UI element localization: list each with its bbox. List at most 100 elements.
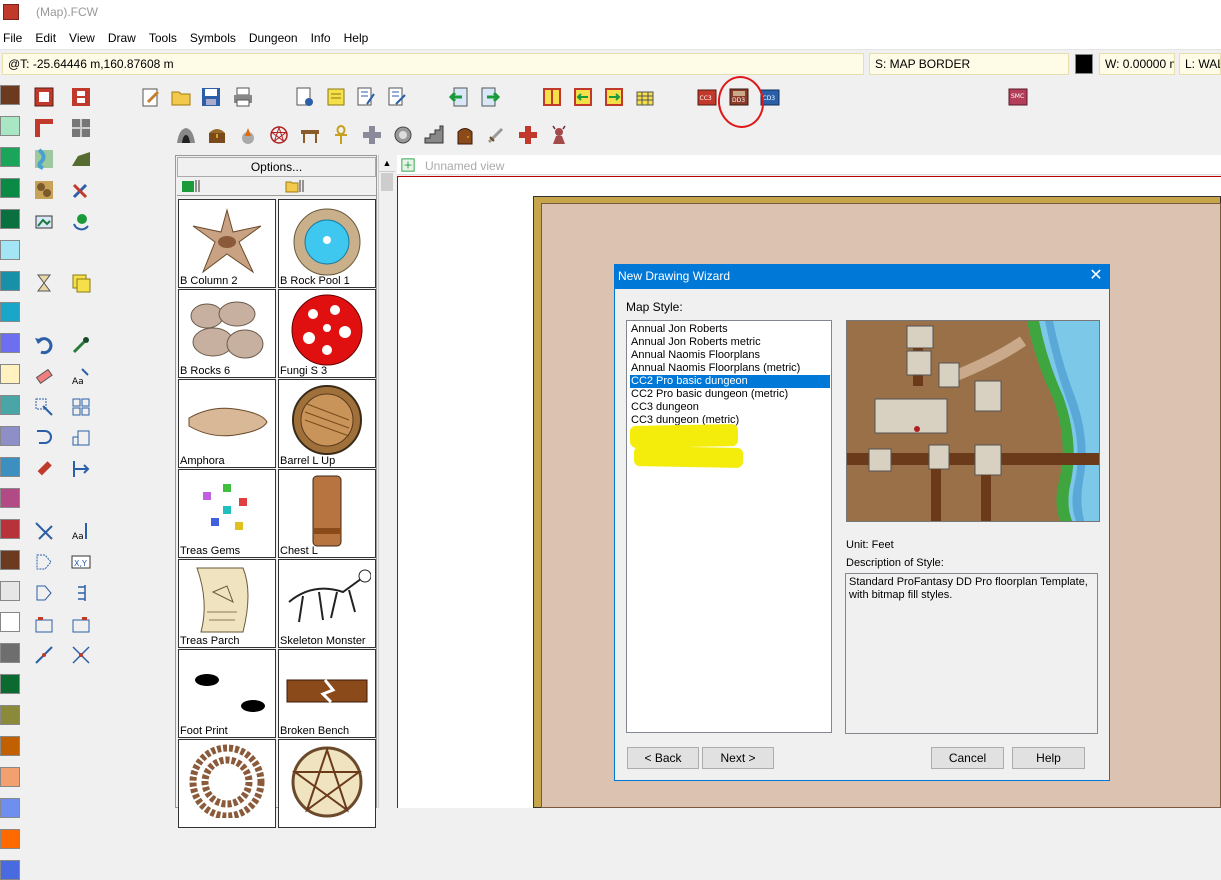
symbol-cell[interactable] xyxy=(278,739,376,828)
wall-frame-icon[interactable] xyxy=(68,84,94,110)
close-icon[interactable]: ✕ xyxy=(1084,265,1108,289)
palette-color-swatch[interactable] xyxy=(0,674,20,694)
pentagram-icon[interactable] xyxy=(266,122,292,148)
menu-file[interactable]: File xyxy=(3,31,29,45)
cc3-icon[interactable]: CC3 xyxy=(694,84,720,110)
cross-icon[interactable] xyxy=(359,122,385,148)
palette-color-swatch[interactable] xyxy=(0,519,20,539)
symbol-cell[interactable]: B Column 2 xyxy=(178,199,276,288)
symbol-cell[interactable]: Chest L xyxy=(278,469,376,558)
palette-color-swatch[interactable] xyxy=(0,178,20,198)
palette-color-swatch[interactable] xyxy=(0,209,20,229)
map-style-option[interactable]: CC3 dungeon xyxy=(630,401,830,414)
eraser-icon[interactable] xyxy=(31,363,57,389)
intersect-icon[interactable] xyxy=(68,642,94,668)
red-cross-icon[interactable] xyxy=(515,122,541,148)
palette-color-swatch[interactable] xyxy=(0,426,20,446)
new-catalog-icon[interactable] xyxy=(180,177,204,195)
palette-color-swatch[interactable] xyxy=(0,395,20,415)
terrain-icon[interactable] xyxy=(68,146,94,172)
diagonal-line-icon[interactable] xyxy=(31,642,57,668)
symbol-cell[interactable]: B Rock Pool 1 xyxy=(278,199,376,288)
smc-icon[interactable]: SMC xyxy=(1005,84,1031,110)
text-fill-icon[interactable]: Aa xyxy=(68,363,94,389)
palette-color-swatch[interactable] xyxy=(0,581,20,601)
helm-icon[interactable] xyxy=(390,122,416,148)
symbol-cell[interactable]: Barrel L Up xyxy=(278,379,376,468)
edit-icon[interactable] xyxy=(138,84,164,110)
next-button[interactable]: Next > xyxy=(702,747,774,769)
hourglass-icon[interactable] xyxy=(31,270,57,296)
settings-doc-icon[interactable] xyxy=(292,84,318,110)
help-button[interactable]: Help xyxy=(1012,747,1085,769)
palette-color-swatch[interactable] xyxy=(0,736,20,756)
export-icon[interactable] xyxy=(477,84,503,110)
arrow-shape-alt-icon[interactable] xyxy=(31,580,57,606)
map-style-option[interactable]: CC2 Pro basic dungeon xyxy=(630,375,830,388)
rotate-icon[interactable] xyxy=(31,425,57,451)
palette-color-swatch[interactable] xyxy=(0,860,20,880)
ankh-icon[interactable] xyxy=(328,122,354,148)
menu-edit[interactable]: Edit xyxy=(35,31,63,45)
palette-color-swatch[interactable] xyxy=(0,643,20,663)
menu-draw[interactable]: Draw xyxy=(108,31,143,45)
bracket-icon[interactable] xyxy=(68,580,94,606)
table-icon[interactable] xyxy=(297,122,323,148)
map-style-list[interactable]: Annual Jon Roberts Annual Jon Roberts met… xyxy=(626,320,832,733)
chest-icon[interactable] xyxy=(204,122,230,148)
catalog-prev-icon[interactable] xyxy=(570,84,596,110)
palette-color-swatch[interactable] xyxy=(0,488,20,508)
cave-map-icon[interactable] xyxy=(31,177,57,203)
back-button[interactable]: < Back xyxy=(627,747,699,769)
map-style-option[interactable]: Annual Naomis Floorplans xyxy=(630,349,830,362)
palette-color-swatch[interactable] xyxy=(0,457,20,477)
symbol-cell[interactable]: Skeleton Monster xyxy=(278,559,376,648)
grid-select-icon[interactable] xyxy=(68,394,94,420)
sheet-selector[interactable]: S: MAP BORDER xyxy=(869,53,1069,75)
symbol-cell[interactable]: Fungi S 3 xyxy=(278,289,376,378)
xy-coord-icon[interactable]: X,Y xyxy=(68,549,94,575)
palette-color-swatch[interactable] xyxy=(0,767,20,787)
catalog-grid-icon[interactable] xyxy=(632,84,658,110)
tools-icon[interactable] xyxy=(68,177,94,203)
save-icon[interactable] xyxy=(198,84,224,110)
menu-symbols[interactable]: Symbols xyxy=(190,31,243,45)
menu-help[interactable]: Help xyxy=(344,31,376,45)
symbol-cell[interactable]: Treas Gems xyxy=(178,469,276,558)
palette-color-swatch[interactable] xyxy=(0,147,20,167)
scale-icon[interactable] xyxy=(68,425,94,451)
measure-icon[interactable] xyxy=(68,456,94,482)
palette-color-swatch[interactable] xyxy=(0,271,20,291)
palette-color-swatch[interactable] xyxy=(0,116,20,136)
menu-info[interactable]: Info xyxy=(311,31,338,45)
map-style-option[interactable]: Annual Jon Roberts metric xyxy=(630,336,830,349)
select-arrow-icon[interactable] xyxy=(31,394,57,420)
open-folder-icon[interactable] xyxy=(168,84,194,110)
symbol-cell[interactable]: Broken Bench xyxy=(278,649,376,738)
layer-selector[interactable]: L: WAL xyxy=(1179,53,1221,75)
note-icon[interactable] xyxy=(323,84,349,110)
fire-icon[interactable] xyxy=(235,122,261,148)
catalog-icon[interactable] xyxy=(539,84,565,110)
corner-wall-icon[interactable] xyxy=(31,115,57,141)
options-button[interactable]: Options... xyxy=(177,157,376,177)
print-icon[interactable] xyxy=(230,84,256,110)
stairs-icon[interactable] xyxy=(421,122,447,148)
line-cross-icon[interactable] xyxy=(31,518,57,544)
palette-color-swatch[interactable] xyxy=(0,612,20,632)
properties-edit-icon[interactable] xyxy=(384,84,410,110)
palette-color-swatch[interactable] xyxy=(0,798,20,818)
undo-icon[interactable] xyxy=(31,332,57,358)
menu-dungeon[interactable]: Dungeon xyxy=(249,31,305,45)
arrow-shape-icon[interactable] xyxy=(31,549,57,575)
palette-color-swatch[interactable] xyxy=(0,85,20,105)
menu-tools[interactable]: Tools xyxy=(149,31,184,45)
map-view-icon[interactable] xyxy=(31,208,57,234)
explode-icon[interactable] xyxy=(31,456,57,482)
width-selector[interactable]: W: 0.00000 m xyxy=(1099,53,1175,75)
floor-grid-icon[interactable] xyxy=(68,115,94,141)
app-icon[interactable] xyxy=(3,4,19,20)
cave-icon[interactable] xyxy=(173,122,199,148)
map-style-option[interactable]: Annual Naomis Floorplans (metric) xyxy=(630,362,830,375)
open-catalog-icon[interactable] xyxy=(284,177,308,195)
